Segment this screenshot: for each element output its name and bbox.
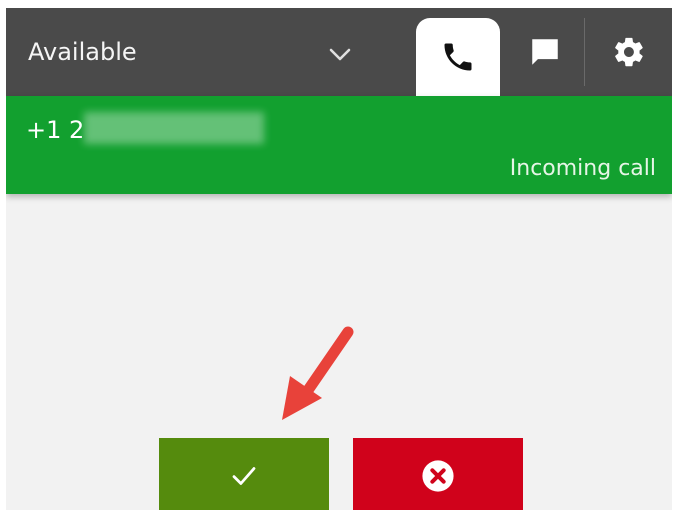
ccp-panel: Available +1 2 Incoming call xyxy=(6,8,672,510)
tab-settings[interactable] xyxy=(586,8,672,96)
call-status-text: Incoming call xyxy=(509,156,656,181)
gear-icon xyxy=(615,37,643,67)
tab-chat[interactable] xyxy=(508,8,582,96)
chat-icon xyxy=(532,39,558,65)
annotation-arrow xyxy=(282,326,354,420)
chevron-down-icon xyxy=(329,48,351,61)
accept-call-button[interactable] xyxy=(159,438,329,510)
reject-call-button[interactable] xyxy=(353,438,523,510)
tab-divider xyxy=(584,18,585,86)
top-bar: Available xyxy=(6,8,672,96)
agent-status-label: Available xyxy=(28,38,137,66)
close-circle-icon xyxy=(422,460,454,492)
agent-status-dropdown[interactable]: Available xyxy=(6,8,409,96)
redacted-digits xyxy=(84,112,264,144)
checkmark-icon xyxy=(232,467,256,485)
caller-phone-number: +1 2 xyxy=(26,116,85,144)
incoming-call-banner: +1 2 Incoming call xyxy=(6,96,672,194)
phone-icon xyxy=(444,43,472,71)
tab-phone[interactable] xyxy=(416,18,500,96)
